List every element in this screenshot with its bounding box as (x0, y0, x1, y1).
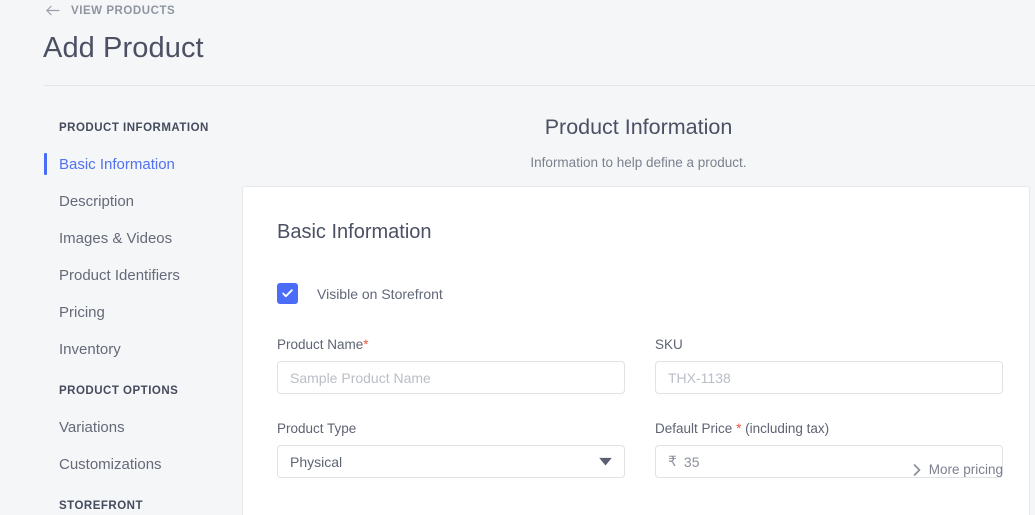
active-indicator (44, 416, 47, 438)
main-subheading: Information to help define a product. (242, 155, 1035, 170)
basic-information-card: Basic Information Visible on Storefront … (242, 186, 1030, 515)
product-name-placeholder: Sample Product Name (290, 370, 431, 386)
sku-placeholder: THX-1138 (668, 370, 731, 386)
product-name-field: Product Name* Sample Product Name (277, 337, 625, 394)
sidebar-navigation: PRODUCT INFORMATION Basic Information De… (0, 86, 242, 515)
product-name-label: Product Name* (277, 337, 625, 353)
visible-on-storefront-label: Visible on Storefront (317, 286, 443, 302)
sidebar-section-title-product-information: PRODUCT INFORMATION (59, 122, 209, 134)
sku-label: SKU (655, 337, 1003, 353)
sidebar-item-label: Pricing (59, 304, 105, 321)
default-price-label-text: Default Price (655, 421, 732, 436)
sidebar-item-basic-information[interactable]: Basic Information (44, 151, 234, 177)
required-marker: * (363, 337, 368, 352)
sidebar-item-label: Inventory (59, 341, 121, 358)
default-price-label-suffix: (including tax) (745, 421, 829, 436)
sku-field: SKU THX-1138 (655, 337, 1003, 394)
sidebar-item-product-identifiers[interactable]: Product Identifiers (44, 262, 234, 288)
add-product-page: VIEW PRODUCTS Add Product PRODUCT INFORM… (0, 0, 1035, 515)
product-type-selected-value: Physical (290, 454, 342, 470)
back-link-label: VIEW PRODUCTS (71, 5, 175, 17)
default-price-label: Default Price * (including tax) (655, 421, 1003, 437)
product-type-label: Product Type (277, 421, 625, 437)
main-content: Product Information Information to help … (242, 86, 1035, 515)
sidebar-section-title-product-options: PRODUCT OPTIONS (59, 385, 178, 397)
product-name-label-text: Product Name (277, 337, 363, 352)
product-type-select[interactable]: Physical (277, 445, 625, 478)
required-marker: * (736, 421, 741, 436)
active-indicator (44, 190, 47, 212)
product-name-input[interactable]: Sample Product Name (277, 361, 625, 394)
page-header: VIEW PRODUCTS Add Product (0, 0, 1035, 86)
sku-input[interactable]: THX-1138 (655, 361, 1003, 394)
active-indicator (44, 153, 47, 175)
sidebar-item-label: Customizations (59, 456, 162, 473)
main-heading: Product Information (242, 115, 1035, 140)
active-indicator (44, 338, 47, 360)
visible-on-storefront-checkbox-row[interactable]: Visible on Storefront (277, 283, 443, 304)
check-icon (281, 287, 294, 300)
page-title: Add Product (43, 32, 204, 65)
arrow-left-icon (44, 2, 61, 19)
card-title: Basic Information (277, 221, 432, 244)
active-indicator (44, 227, 47, 249)
sidebar-section-title-storefront: STOREFRONT (59, 500, 143, 512)
sidebar-item-variations[interactable]: Variations (44, 414, 234, 440)
sidebar-item-description[interactable]: Description (44, 188, 234, 214)
sidebar-item-images-and-videos[interactable]: Images & Videos (44, 225, 234, 251)
sidebar-item-customizations[interactable]: Customizations (44, 451, 234, 477)
active-indicator (44, 453, 47, 475)
more-pricing-toggle[interactable]: More pricing (655, 462, 1003, 477)
chevron-right-icon (913, 464, 921, 476)
sidebar-item-label: Images & Videos (59, 230, 172, 247)
visible-on-storefront-checkbox[interactable] (277, 283, 298, 304)
active-indicator (44, 264, 47, 286)
sidebar-item-label: Description (59, 193, 134, 210)
sidebar-item-inventory[interactable]: Inventory (44, 336, 234, 362)
sidebar-item-label: Basic Information (59, 156, 175, 173)
sidebar-item-label: Variations (59, 419, 125, 436)
sidebar-item-label: Product Identifiers (59, 267, 180, 284)
active-indicator (44, 301, 47, 323)
more-pricing-label: More pricing (929, 462, 1003, 477)
sidebar-item-pricing[interactable]: Pricing (44, 299, 234, 325)
chevron-down-icon (599, 457, 612, 466)
product-type-field: Product Type Physical (277, 421, 625, 478)
back-to-view-products-link[interactable]: VIEW PRODUCTS (44, 2, 175, 19)
